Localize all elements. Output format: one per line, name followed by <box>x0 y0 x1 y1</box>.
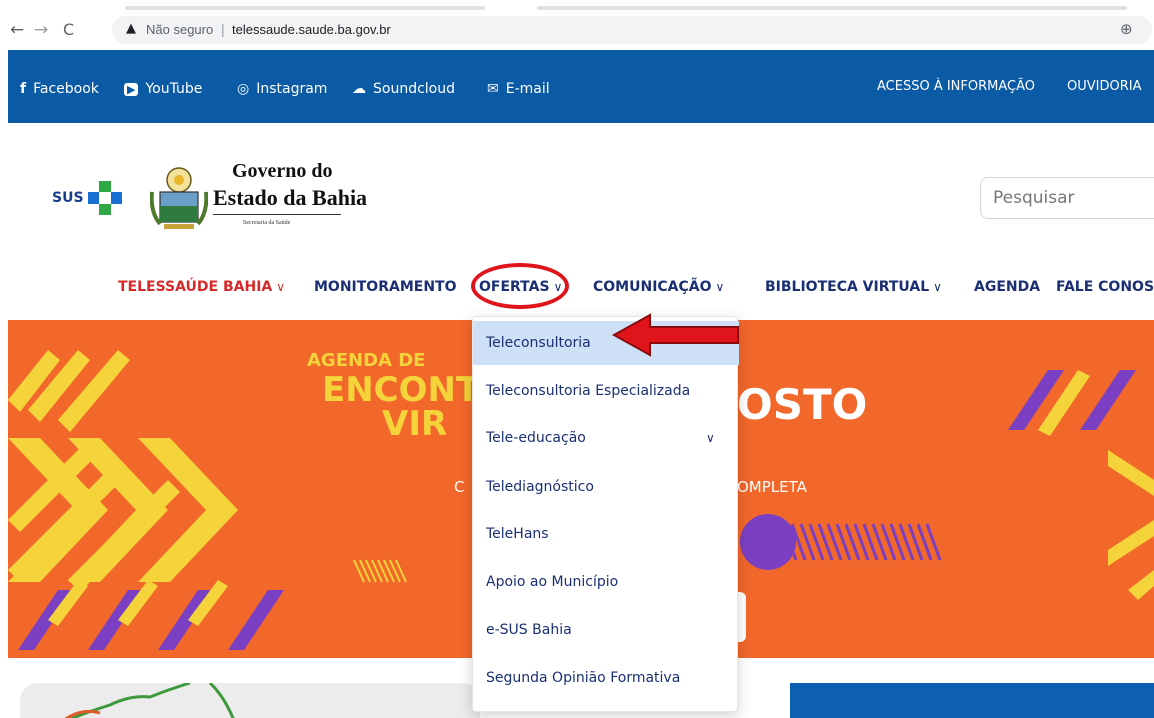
dropdown-item-label: Teleconsultoria <box>486 335 591 351</box>
dropdown-item-label: Teleconsultoria Especializada <box>486 383 691 399</box>
nav-telessaude-bahia[interactable]: TELESSAÚDE BAHIA ∨ <box>118 279 285 295</box>
dropdown-item-label: Tele-educação <box>486 430 586 446</box>
ouvidoria-link[interactable]: OUVIDORIA <box>1067 79 1141 94</box>
instagram-icon: ◎ <box>237 81 250 97</box>
url-separator: | <box>221 21 225 37</box>
nav-fale-conosco[interactable]: FALE CONOS <box>1056 279 1154 295</box>
social-label: Facebook <box>33 81 99 97</box>
youtube-icon: ▶ <box>124 82 139 96</box>
promo-block[interactable] <box>790 683 1154 718</box>
social-label: YouTube <box>145 81 203 97</box>
social-link-instagram[interactable]: ◎ Instagram <box>237 81 327 97</box>
nav-label: MONITORAMENTO <box>314 279 457 295</box>
page: ← → C ▲ Não seguro | telessaude.saude.ba… <box>0 0 1154 718</box>
url-text[interactable]: telessaude.saude.ba.gov.br <box>232 22 391 37</box>
dropdown-item-label: Segunda Opinião Formativa <box>486 670 681 686</box>
nav-label: AGENDA <box>974 279 1041 295</box>
nav-biblioteca-virtual[interactable]: BIBLIOTECA VIRTUAL ∨ <box>765 279 942 295</box>
dropdown-item-tele-educacao[interactable]: Tele-educação ∨ <box>473 416 739 460</box>
chevron-down-icon: ∨ <box>276 280 286 294</box>
social-link-email[interactable]: ✉ E-mail <box>487 81 550 97</box>
map-outline <box>64 681 235 718</box>
security-status[interactable]: Não seguro <box>146 22 213 37</box>
chevron-down-icon: ∨ <box>715 280 725 294</box>
access-info-link[interactable]: ACESSO À INFORMAÇÃO <box>877 79 1035 94</box>
dropdown-item-telediagnostico[interactable]: Telediagnóstico <box>473 465 739 509</box>
banner-headline: OSTO <box>737 380 868 429</box>
dropdown-item-label: e-SUS Bahia <box>486 622 572 638</box>
gov-subtitle: Secretaria da Saúde <box>243 220 291 226</box>
chevron-down-icon: ∨ <box>933 280 942 294</box>
dropdown-item-esus-bahia[interactable]: e-SUS Bahia <box>473 608 739 652</box>
social-link-facebook[interactable]: f Facebook <box>20 81 99 97</box>
gov-title-line1: Governo do <box>232 160 333 182</box>
banner-subtitle-right: OMPLETA <box>737 478 807 496</box>
banner-subtitle-left: C <box>454 478 465 496</box>
banner-title-line1: AGENDA DE <box>307 350 426 371</box>
reload-icon[interactable]: C <box>63 20 74 39</box>
nav-agenda[interactable]: AGENDA <box>974 279 1040 295</box>
sus-logo-text: SUS <box>52 190 84 206</box>
social-label: E-mail <box>505 81 550 97</box>
soundcloud-icon: ☁ <box>352 81 366 97</box>
nav-comunicacao[interactable]: COMUNICAÇÃO ∨ <box>593 279 724 295</box>
nav-label: COMUNICAÇÃO <box>593 279 712 295</box>
annotation-circle <box>471 263 569 309</box>
browser-tab[interactable] <box>537 6 1127 10</box>
dropdown-item-label: Telediagnóstico <box>486 479 594 495</box>
sus-cross-icon <box>88 181 122 215</box>
social-label: Soundcloud <box>373 81 455 97</box>
nav-label: BIBLIOTECA VIRTUAL <box>765 279 930 295</box>
back-arrow-icon[interactable]: ← <box>10 20 24 40</box>
annotation-arrow-icon <box>611 313 739 357</box>
search-input[interactable] <box>980 177 1154 219</box>
banner-title-line3: VIR <box>382 404 448 444</box>
social-link-soundcloud[interactable]: ☁ Soundcloud <box>352 81 455 97</box>
dropdown-item-label: Apoio ao Município <box>486 574 619 590</box>
dropdown-item-segunda-opiniao-formativa[interactable]: Segunda Opinião Formativa <box>473 656 739 700</box>
map-card[interactable] <box>20 681 480 718</box>
gov-divider <box>213 214 341 215</box>
social-label: Instagram <box>256 81 328 97</box>
dropdown-item-label: TeleHans <box>486 526 549 542</box>
bahia-seal-icon <box>150 167 208 229</box>
email-icon: ✉ <box>487 81 499 97</box>
browser-tab[interactable] <box>125 6 485 10</box>
dropdown-item-apoio-ao-municipio[interactable]: Apoio ao Município <box>473 560 739 604</box>
facebook-icon: f <box>20 81 27 97</box>
dropdown-item-telehans[interactable]: TeleHans <box>473 512 739 556</box>
zoom-icon[interactable]: ⊕ <box>1120 20 1133 38</box>
nav-label: TELESSAÚDE BAHIA <box>118 279 273 295</box>
warning-icon[interactable]: ▲ <box>126 21 136 36</box>
ofertas-dropdown-menu: Teleconsultoria Teleconsultoria Especial… <box>472 316 739 712</box>
nav-monitoramento[interactable]: MONITORAMENTO <box>314 279 457 295</box>
gov-title-line2: Estado da Bahia <box>213 185 368 210</box>
forward-arrow-icon[interactable]: → <box>34 20 48 40</box>
nav-label: FALE CONOS <box>1056 279 1154 295</box>
dropdown-item-teleconsultoria-especializada[interactable]: Teleconsultoria Especializada <box>473 369 739 413</box>
social-link-youtube[interactable]: ▶ YouTube <box>124 81 202 97</box>
banner-button[interactable] <box>738 592 746 642</box>
chevron-down-icon[interactable]: ∨ <box>706 431 715 445</box>
